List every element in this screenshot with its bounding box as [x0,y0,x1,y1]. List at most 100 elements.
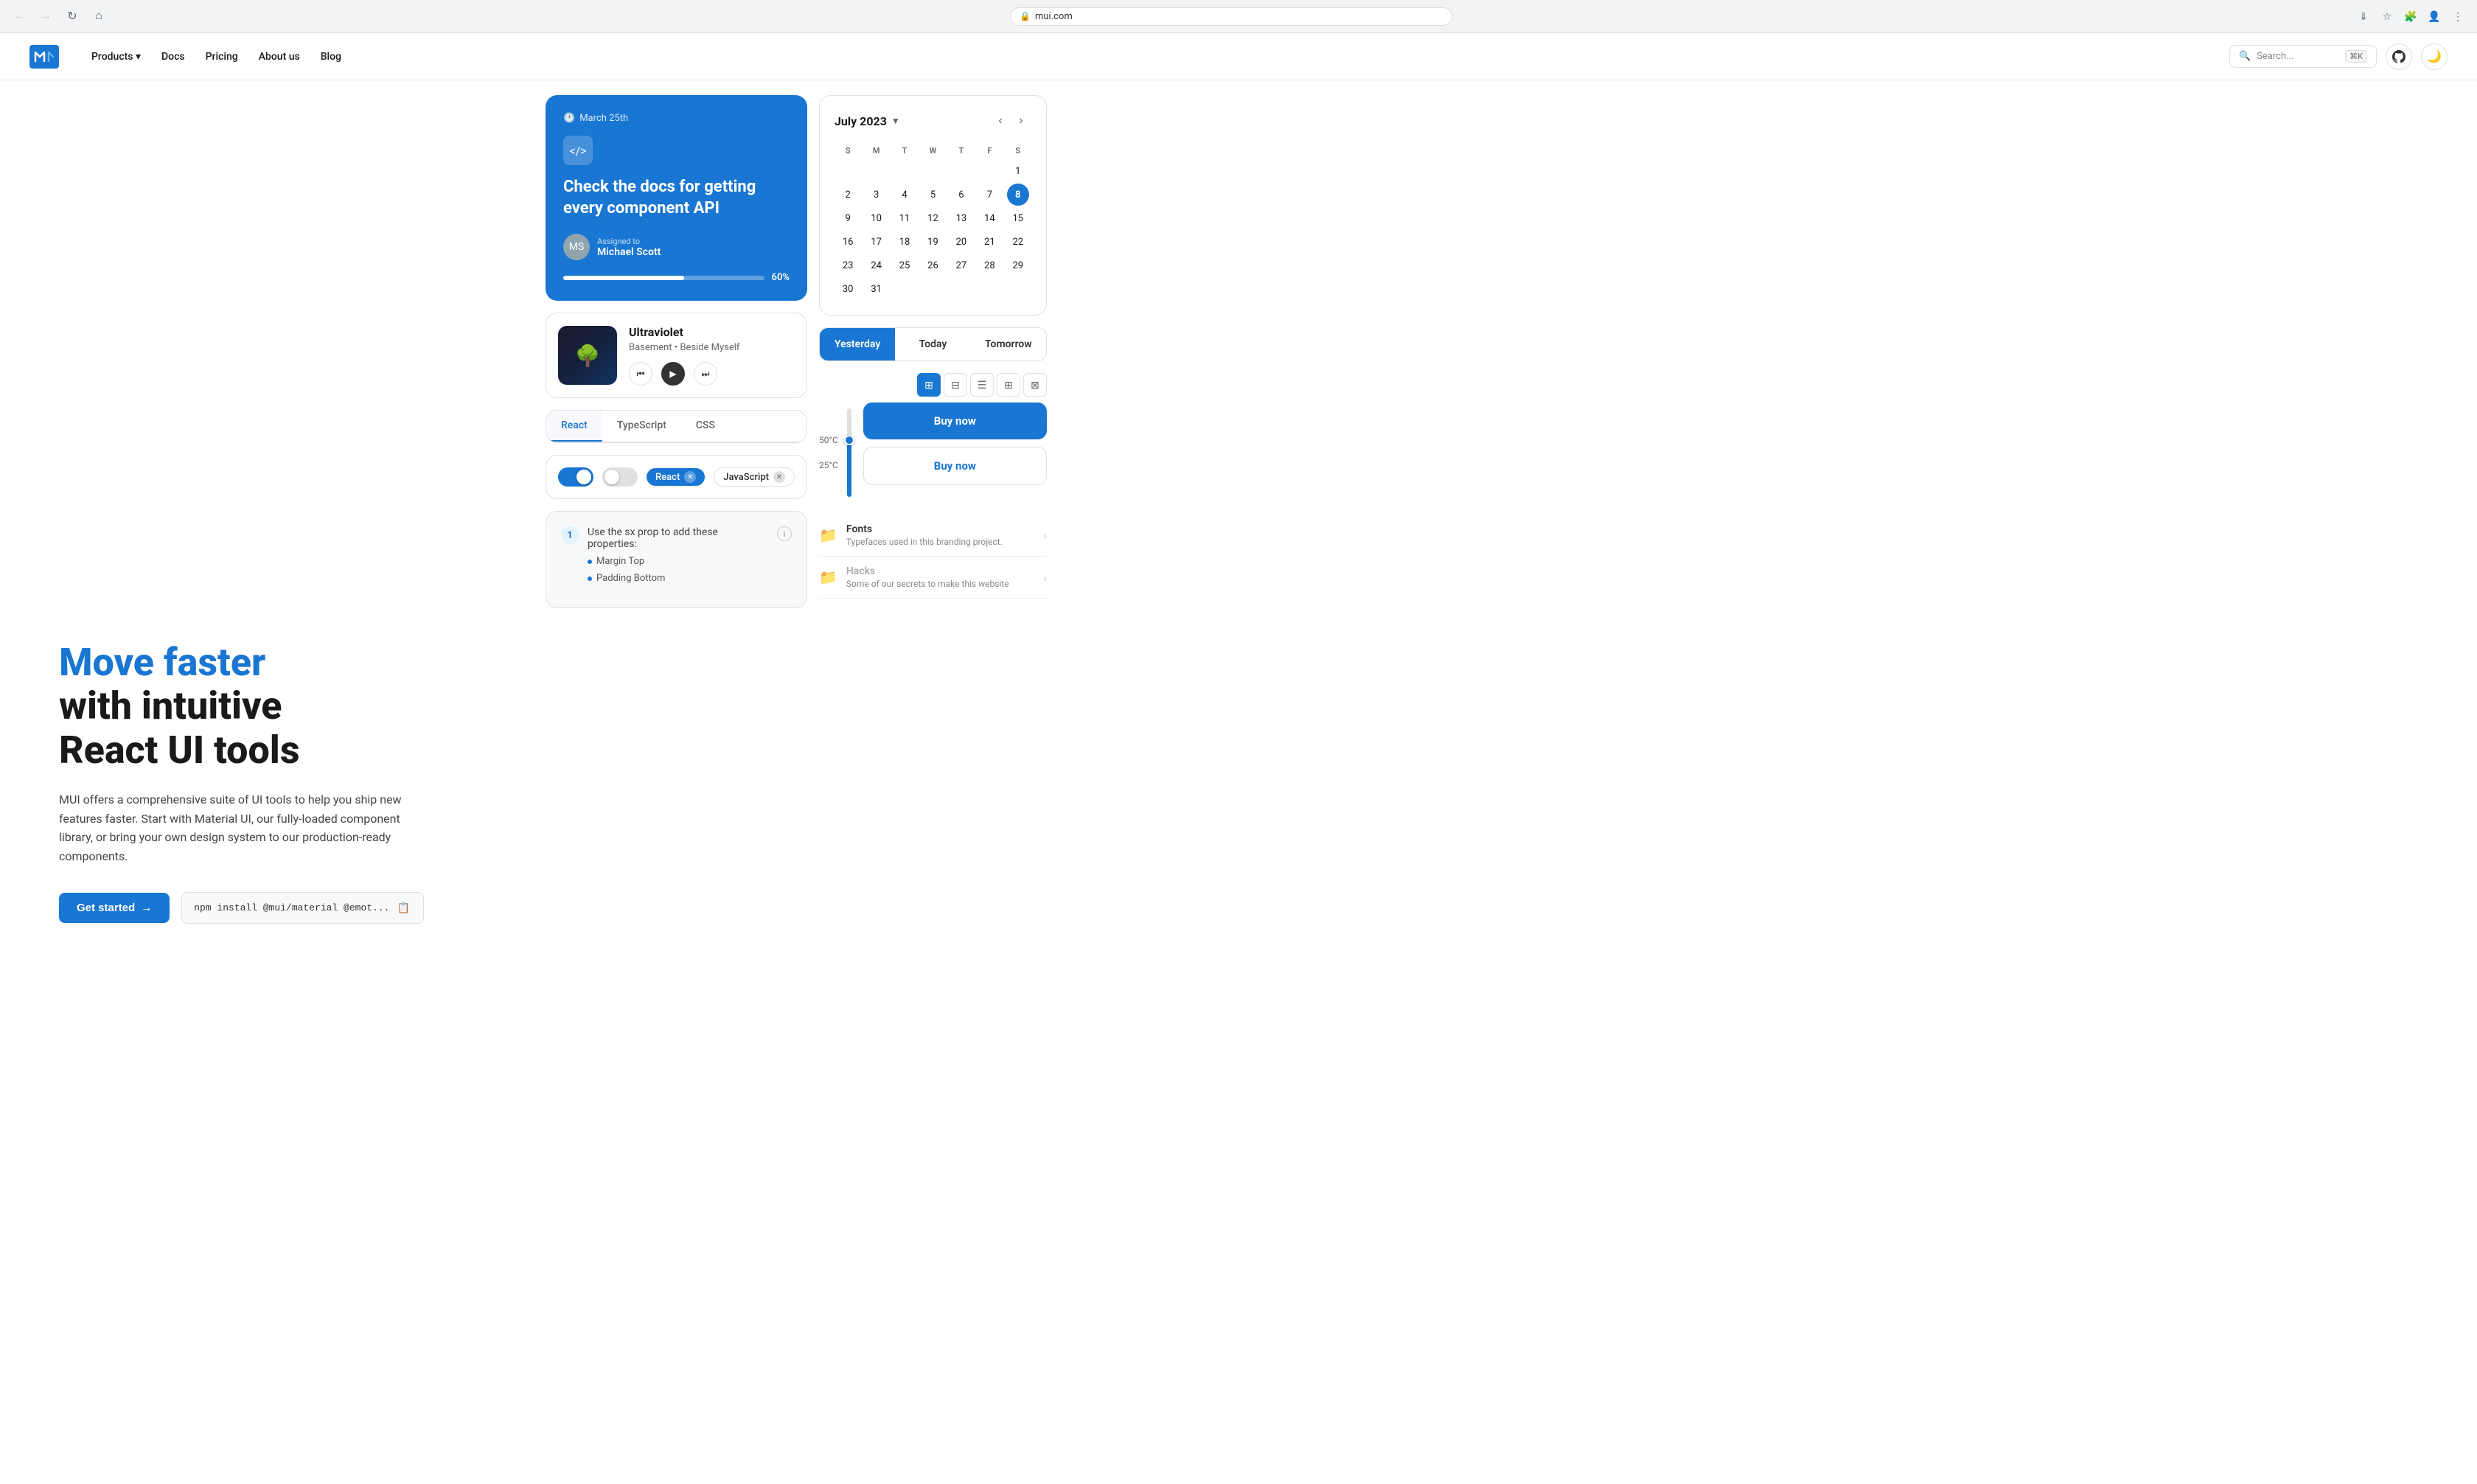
cal-day-17[interactable]: 17 [865,231,888,253]
cal-empty [922,160,944,182]
cal-day-2[interactable]: 2 [837,184,859,206]
toggle-1[interactable] [558,467,593,487]
view-btn-grid1[interactable]: ⊞ [917,373,941,397]
cal-day-3[interactable]: 3 [865,184,888,206]
tab-typescript[interactable]: TypeScript [602,411,681,442]
item-sub-2: Padding Bottom [588,573,768,584]
cal-empty [1007,278,1029,300]
chip-react-label: React [655,472,680,483]
cal-day-13[interactable]: 13 [950,207,972,229]
extension-icon[interactable]: 🧩 [2400,6,2421,27]
date-tab-today[interactable]: Today [895,328,970,360]
folder-fonts-chevron: › [1043,529,1047,543]
cal-day-7[interactable]: 7 [978,184,1000,206]
bookmark-icon[interactable]: ☆ [2377,6,2397,27]
browser-chrome: ← → ↻ ⌂ 🔒 mui.com ⇓ ☆ 🧩 👤 ⋮ [0,0,2477,33]
temp-slider[interactable] [847,408,851,497]
forward-button[interactable]: → [35,6,56,27]
cal-day-26[interactable]: 26 [922,254,944,276]
date-tab-tomorrow[interactable]: Tomorrow [971,328,1046,360]
calendar-prev-button[interactable]: ‹ [990,111,1011,131]
folder-hacks[interactable]: 📁 Hacks Some of our secrets to make this… [819,557,1047,599]
cal-day-29[interactable]: 29 [1007,254,1029,276]
buy-now-primary[interactable]: Buy now [863,403,1047,439]
address-bar[interactable]: 🔒 mui.com [1010,7,1452,26]
cal-day-21[interactable]: 21 [978,231,1000,253]
folder-fonts[interactable]: 📁 Fonts Typefaces used in this branding … [819,515,1047,557]
cal-day-6[interactable]: 6 [950,184,972,206]
nav-products[interactable]: Products ▾ [83,45,150,69]
cal-day-18[interactable]: 18 [893,231,916,253]
cal-day-4[interactable]: 4 [893,184,916,206]
folder-fonts-desc: Typefaces used in this branding project. [846,537,1034,547]
temp-thumb [844,435,854,445]
folder-icon-fonts: 📁 [819,526,837,544]
cal-day-14[interactable]: 14 [978,207,1000,229]
chip-js-close[interactable]: ✕ [773,471,785,483]
theme-toggle-button[interactable]: 🌙 [2421,43,2448,70]
cal-day-8-today[interactable]: 8 [1007,184,1029,206]
cal-day-19[interactable]: 19 [922,231,944,253]
dow-t1: T [891,143,918,158]
nav-about[interactable]: About us [250,45,309,69]
cal-day-23[interactable]: 23 [837,254,859,276]
chip-javascript[interactable]: JavaScript ✕ [714,467,795,487]
tab-react[interactable]: React [546,411,602,442]
nav-pricing[interactable]: Pricing [197,45,247,69]
cal-day-1[interactable]: 1 [1007,160,1029,182]
view-btn-grid3[interactable]: ⊞ [997,373,1020,397]
buy-now-secondary[interactable]: Buy now [863,447,1047,485]
cal-empty [978,160,1000,182]
chip-react-close[interactable]: ✕ [684,471,696,483]
github-button[interactable] [2386,43,2412,70]
search-bar[interactable]: 🔍 Search... ⌘K [2229,45,2377,68]
date-tab-yesterday[interactable]: Yesterday [820,328,895,360]
mui-logo[interactable] [29,45,59,69]
cal-day-5[interactable]: 5 [922,184,944,206]
menu-icon[interactable]: ⋮ [2448,6,2468,27]
home-button[interactable]: ⌂ [88,6,109,27]
search-placeholder: Search... [2257,51,2293,62]
download-icon[interactable]: ⇓ [2353,6,2374,27]
nav-blog[interactable]: Blog [312,45,350,69]
forward-button[interactable]: ⏭ [694,362,717,386]
cal-day-16[interactable]: 16 [837,231,859,253]
copy-button[interactable]: 📋 [395,900,411,916]
music-artist: Basement • Beside Myself [629,342,795,353]
view-btn-grid4[interactable]: ⊠ [1023,373,1047,397]
cal-day-27[interactable]: 27 [950,254,972,276]
cal-day-12[interactable]: 12 [922,207,944,229]
cal-day-20[interactable]: 20 [950,231,972,253]
month-dropdown-icon: ▼ [891,116,900,126]
cal-day-24[interactable]: 24 [865,254,888,276]
cal-day-9[interactable]: 9 [837,207,859,229]
cal-day-10[interactable]: 10 [865,207,888,229]
cal-day-30[interactable]: 30 [837,278,859,300]
folder-hacks-info: Hacks Some of our secrets to make this w… [846,565,1034,589]
cal-day-15[interactable]: 15 [1007,207,1029,229]
cal-day-31[interactable]: 31 [865,278,888,300]
chip-react[interactable]: React ✕ [647,468,705,486]
nav-docs[interactable]: Docs [153,45,194,69]
cal-day-25[interactable]: 25 [893,254,916,276]
get-started-button[interactable]: Get started → [59,893,170,923]
hero-title: Move faster with intuitiveReact UI tools [59,641,487,773]
cal-day-22[interactable]: 22 [1007,231,1029,253]
reload-button[interactable]: ↻ [62,6,83,27]
play-button[interactable]: ▶ [661,362,685,386]
calendar-next-button[interactable]: › [1011,111,1031,131]
progress-percent: 60% [772,272,790,283]
cal-day-11[interactable]: 11 [893,207,916,229]
profile-icon[interactable]: 👤 [2424,6,2445,27]
back-button[interactable]: ← [9,6,29,27]
album-art-icon: 🌳 [575,344,601,368]
toggle-2[interactable] [602,467,638,487]
view-btn-list[interactable]: ☰ [970,373,994,397]
tab-css[interactable]: CSS [681,411,730,442]
rewind-button[interactable]: ⏮ [629,362,652,386]
view-btn-grid2[interactable]: ⊟ [944,373,967,397]
info-icon[interactable]: i [777,526,792,541]
cal-day-28[interactable]: 28 [978,254,1000,276]
date-tabs: Yesterday Today Tomorrow [819,327,1047,361]
progress-bar [563,276,764,280]
